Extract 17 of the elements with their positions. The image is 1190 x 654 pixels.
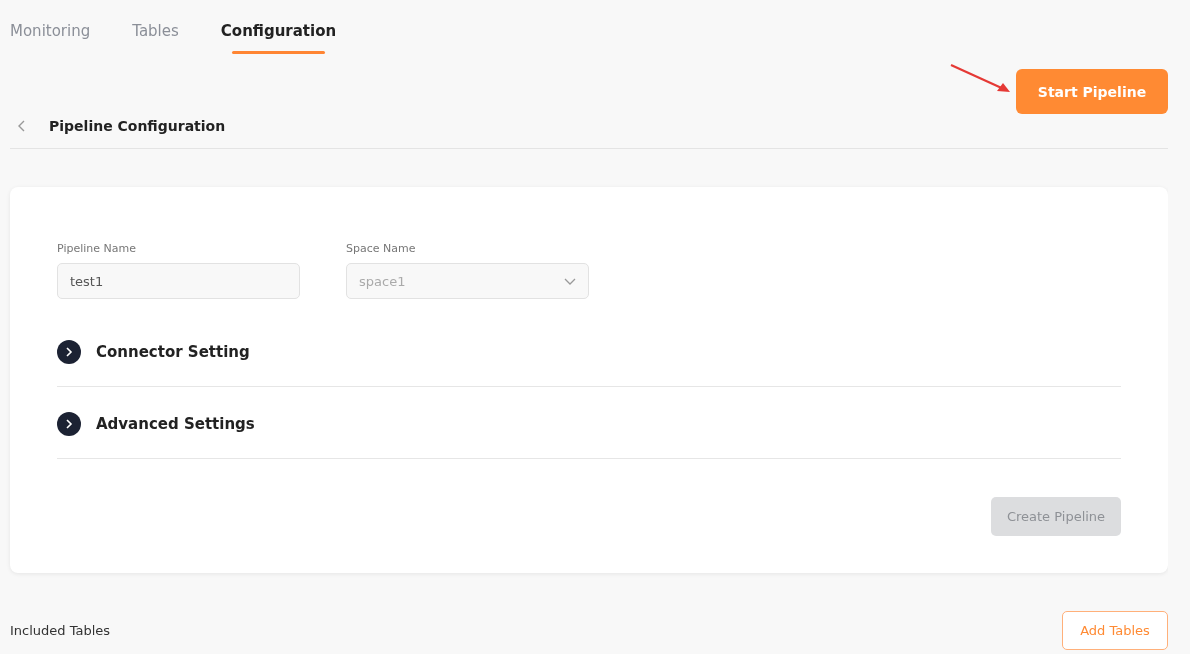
page-title: Pipeline Configuration	[49, 118, 226, 134]
chevron-circle-icon[interactable]	[57, 411, 81, 436]
section-label: Included Tables	[10, 623, 111, 638]
add-tables-button[interactable]: Add Tables	[1062, 611, 1168, 650]
field-label: Space Name	[346, 242, 417, 255]
chevron-circle-icon[interactable]	[57, 339, 81, 364]
chevron-down-icon	[564, 277, 576, 285]
tab[interactable]: Monitoring	[10, 22, 91, 56]
section-title[interactable]: Connector Setting	[96, 342, 250, 361]
section-title[interactable]: Advanced Settings	[96, 414, 255, 433]
start-pipeline-button[interactable]: Start Pipeline	[1016, 69, 1168, 114]
pointer-arrow	[950, 64, 1012, 94]
tab[interactable]: Tables	[132, 22, 179, 56]
field-label: Pipeline Name	[57, 242, 137, 255]
tab[interactable]: Configuration	[220, 22, 337, 56]
back-icon[interactable]	[18, 120, 25, 132]
input-field[interactable]: test1	[57, 263, 300, 299]
